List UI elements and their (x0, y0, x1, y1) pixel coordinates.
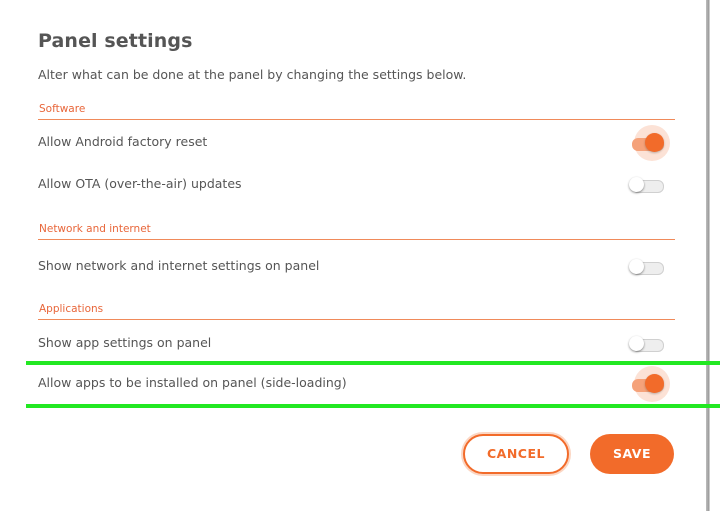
cancel-button[interactable]: CANCEL (463, 434, 569, 474)
setting-label: Allow Android factory reset (38, 134, 208, 149)
setting-label: Show app settings on panel (38, 335, 212, 350)
section-heading-applications: Applications (38, 302, 675, 320)
save-button[interactable]: SAVE (590, 434, 674, 474)
page: Panel settings Alter what can be done at… (0, 0, 720, 511)
app-settings-toggle[interactable] (628, 333, 668, 355)
highlight-line-top (26, 361, 720, 365)
setting-label: Show network and internet settings on pa… (38, 258, 320, 273)
toggle-knob (629, 336, 644, 351)
toggle-knob (645, 374, 664, 393)
dialog-title: Panel settings (38, 30, 193, 52)
toggle-knob (629, 259, 644, 274)
highlight-line-bottom (26, 404, 720, 408)
setting-label: Allow apps to be installed on panel (sid… (38, 375, 347, 390)
section-heading-network: Network and internet (38, 222, 675, 240)
setting-row-app-settings: Show app settings on panel (38, 331, 675, 357)
section-heading-label: Applications (39, 303, 104, 315)
factory-reset-toggle[interactable] (628, 125, 670, 161)
setting-row-ota-updates: Allow OTA (over-the-air) updates (38, 172, 675, 198)
network-settings-toggle[interactable] (628, 256, 668, 278)
section-heading-label: Software (39, 103, 86, 115)
window-edge (706, 0, 720, 511)
setting-row-network-settings: Show network and internet settings on pa… (38, 254, 675, 280)
dialog-subtitle: Alter what can be done at the panel by c… (38, 67, 467, 82)
setting-row-android-factory-reset: Allow Android factory reset (38, 125, 675, 161)
setting-row-side-loading: Allow apps to be installed on panel (sid… (38, 366, 675, 402)
setting-label: Allow OTA (over-the-air) updates (38, 176, 242, 191)
toggle-knob (645, 133, 664, 152)
ota-updates-toggle[interactable] (628, 174, 668, 196)
section-heading-software: Software (38, 102, 675, 120)
section-heading-label: Network and internet (39, 223, 151, 235)
side-loading-toggle[interactable] (628, 366, 670, 402)
toggle-knob (629, 177, 644, 192)
